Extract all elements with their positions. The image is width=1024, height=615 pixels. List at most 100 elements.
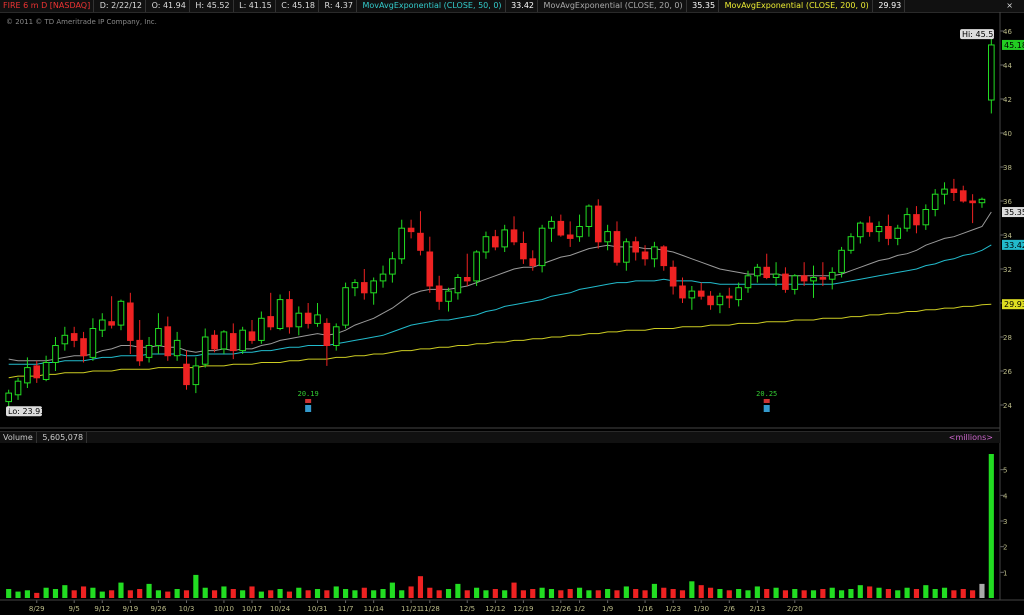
volume-bar [474,587,480,598]
volume-bar [960,589,966,598]
volume-tick-label: 4 [1003,492,1008,500]
candle-body [913,214,920,226]
candle [847,233,855,254]
candle-body [941,188,948,195]
candle-body [894,227,902,239]
candle [754,263,761,283]
date-tick-label: 11/28 [420,605,440,613]
price-volume-chart[interactable]: © 2011 © TD Ameritrade IP Company, Inc. … [0,0,1024,615]
date-tick-label: 10/24 [270,605,291,613]
volume-bar [820,589,826,598]
volume-bar [249,586,255,598]
date-tick-label: 11/7 [338,605,354,613]
price-tick-label: 42 [1003,96,1012,104]
volume-bar [305,590,311,598]
candle-body [211,334,218,350]
candle [24,357,31,388]
volume-bar [296,587,302,598]
candle [127,292,134,354]
date-tick-label: 12/5 [459,605,475,613]
volume-bar [193,574,199,598]
date-tick-label: 8/29 [29,605,45,613]
candle-body [594,205,602,243]
candle-body [623,241,630,263]
volume-bar [876,587,882,598]
volume-bar [127,590,133,598]
date-tick-label: 12/12 [485,605,505,613]
volume-bar [633,589,639,598]
date-tick-label: 1/9 [602,605,613,613]
volume-bar [951,590,957,598]
candle-body [885,226,892,239]
volume-bar [736,589,742,598]
volume-bar [436,590,442,598]
volume-bar [445,589,452,598]
candle-body [679,285,686,299]
volume-bar [941,587,948,598]
volume-bar [34,592,40,598]
candle-body [61,334,69,345]
candle-body [669,266,677,287]
candle [782,267,789,293]
volume-bar [773,587,779,598]
candle-body [538,227,546,267]
candle-body [482,236,490,253]
candle-body [201,336,209,365]
candle-body [295,312,303,328]
volume-unit: <millions> [948,433,993,442]
candle [969,194,976,224]
candle [211,330,218,353]
candle [379,265,387,288]
svg-text:33.42: 33.42 [1004,241,1024,250]
candle [192,357,200,394]
candle [594,199,602,249]
volume-bar [698,585,704,598]
volume-bar [839,590,845,598]
price-tick-label: 38 [1003,164,1012,172]
candle [688,286,696,310]
price-tick-label: 46 [1003,28,1012,36]
date-tick-label: 1/23 [665,605,681,613]
volume-bar [605,589,611,598]
candlesticks [5,39,995,407]
candle-body [5,392,12,403]
price-tick-label: 26 [1003,368,1012,376]
volume-bar [155,590,161,598]
price-axis: 242628303234363840424446 [1000,28,1012,410]
candle-body [529,258,537,267]
volume-bar [15,591,21,598]
candle [117,299,125,331]
price-tick-label: 44 [1003,62,1012,70]
candle [98,313,106,337]
volume-bar [230,589,236,598]
candle-body [463,277,471,282]
volume-bar [277,589,283,598]
candle-body [576,226,583,238]
candle-body [473,251,480,282]
earnings-phone-icon [305,399,312,403]
volume-bar [717,589,723,598]
candle-body [922,209,930,226]
copyright-text: © 2011 © TD Ameritrade IP Company, Inc. [6,18,157,26]
volume-bar [745,590,751,598]
candle [931,189,939,217]
volume-label[interactable]: Volume [0,432,37,443]
candle-body [510,229,518,243]
volume-bar [689,581,695,598]
candle-body [117,300,125,326]
candle [417,211,424,256]
candle-body [688,290,696,299]
candle-body [772,273,780,279]
candle [922,204,930,230]
price-tick-label: 34 [1003,232,1012,240]
volume-bar [408,586,414,598]
candle [510,216,518,246]
candle-body [838,249,845,273]
candle [286,291,293,334]
volume-bar [24,590,30,598]
volume-bar [492,589,498,598]
price-tick-label: 32 [1003,266,1012,274]
volume-bar [314,589,321,598]
volume-bar [211,590,218,598]
candle-body [173,339,181,357]
